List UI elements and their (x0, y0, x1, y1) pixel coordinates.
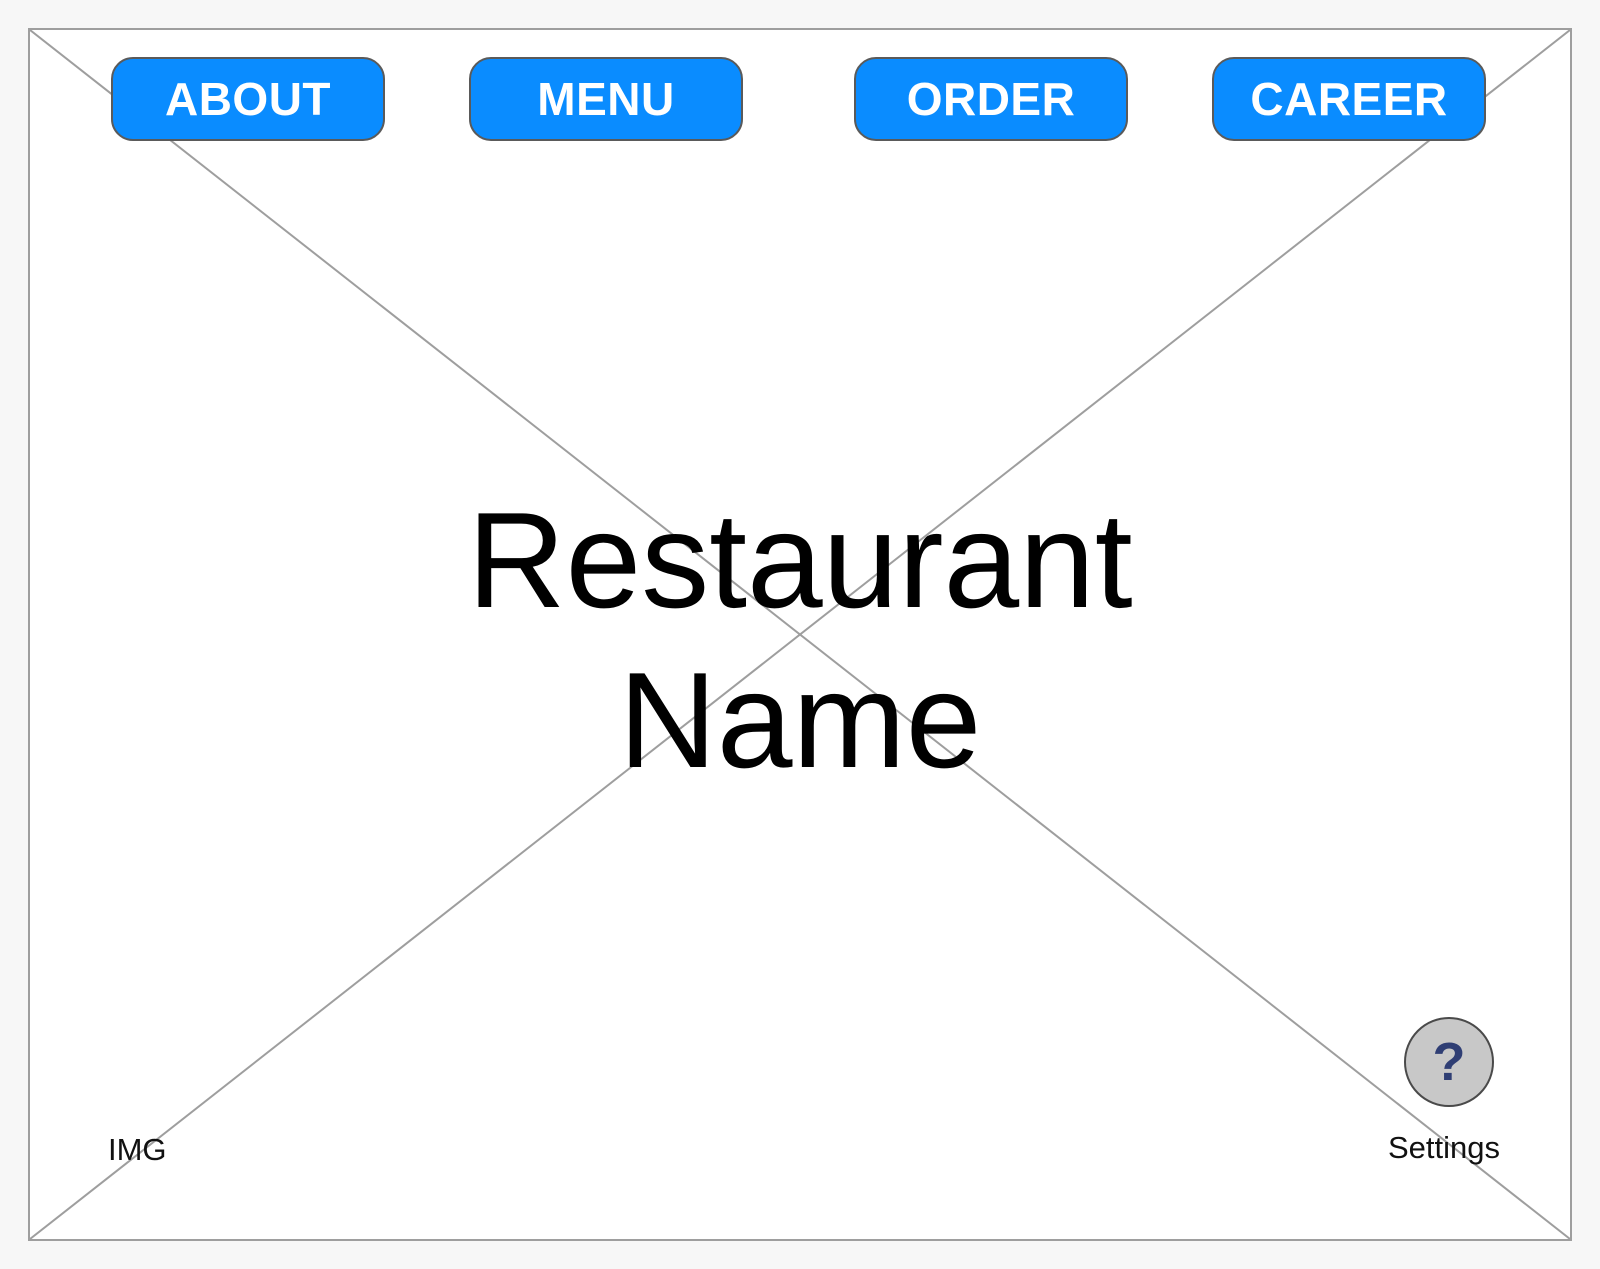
order-button[interactable]: ORDER (854, 57, 1128, 141)
title-line-2: Name (618, 644, 982, 796)
hero-image-placeholder: ABOUT MENU ORDER CAREER Restaurant Name … (28, 28, 1572, 1241)
image-label: IMG (108, 1132, 167, 1167)
settings-label: Settings (1388, 1130, 1501, 1165)
restaurant-name-title: Restaurant Name (30, 480, 1570, 800)
title-line-1: Restaurant (467, 484, 1133, 636)
career-button[interactable]: CAREER (1212, 57, 1486, 141)
about-button[interactable]: ABOUT (111, 57, 385, 141)
help-question-icon[interactable]: ? (1404, 1017, 1494, 1107)
menu-button[interactable]: MENU (469, 57, 743, 141)
